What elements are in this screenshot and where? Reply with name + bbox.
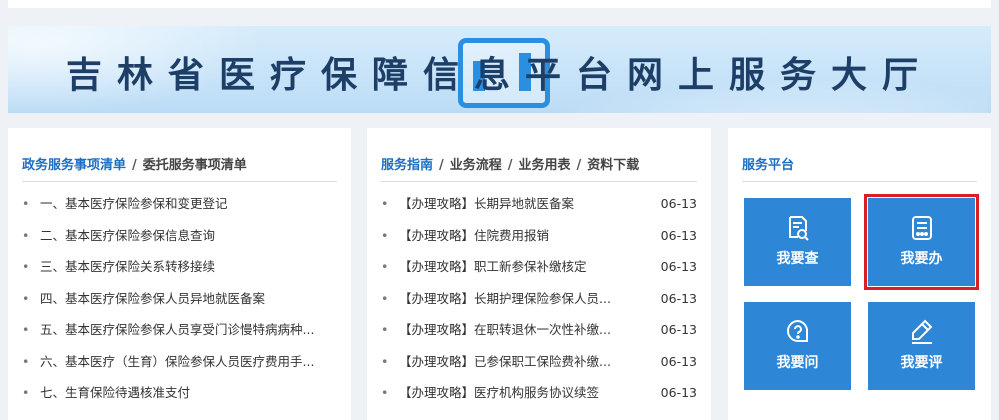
list-item[interactable]: • 三、基本医疗保险关系转移接续 xyxy=(22,251,337,283)
list-item-title[interactable]: 【办理攻略】已参保职工保险费补缴... xyxy=(399,346,653,378)
list-item[interactable]: • 【办理攻略】医疗机构服务协议续签 06-13 xyxy=(381,377,697,409)
list-item-title[interactable]: 【办理攻略】职工新参保补缴核定 xyxy=(399,251,653,283)
query-tile-button[interactable]: 我要查 xyxy=(744,198,851,286)
list-item[interactable]: • 四、基本医疗保险参保人员异地就医备案 xyxy=(22,283,337,315)
policy-panel-header: 政务服务事项清单 / 委托服务事项清单 xyxy=(22,154,337,182)
list-item-date: 06-13 xyxy=(660,196,697,211)
tab-government-services[interactable]: 政务服务事项清单 xyxy=(22,158,126,173)
list-item-title[interactable]: 二、基本医疗保险参保信息查询 xyxy=(40,220,337,252)
bullet-icon: • xyxy=(381,196,389,211)
tab-delegated-services[interactable]: 委托服务事项清单 xyxy=(143,158,247,173)
list-item-date: 06-13 xyxy=(660,290,697,306)
tab-separator: / xyxy=(507,158,513,173)
bullet-icon: • xyxy=(22,259,30,274)
bullet-icon: • xyxy=(381,259,389,274)
ask-tile-button[interactable]: 我要问 xyxy=(744,302,851,390)
header-banner: 吉林省医疗保障信息平台网上服务大厅 xyxy=(8,26,991,113)
top-strip xyxy=(8,0,991,8)
guide-panel: 服务指南 / 业务流程 / 业务用表 / 资料下载 • 【办理攻略】长期异地就医备案 06-13… xyxy=(367,128,711,420)
list-item[interactable]: • 五、基本医疗保险参保人员享受门诊慢特病病种... xyxy=(22,314,337,346)
bullet-icon: • xyxy=(381,353,389,369)
list-item-title[interactable]: 【办理攻略】住院费用报销 xyxy=(399,220,653,252)
tile-label: 我要评 xyxy=(900,355,943,371)
question-chat-icon xyxy=(786,319,808,342)
list-item-title[interactable]: 四、基本医疗保险参保人员异地就医备案 xyxy=(40,283,337,315)
edit-review-icon xyxy=(911,319,932,344)
guide-panel-header: 服务指南 / 业务流程 / 业务用表 / 资料下载 xyxy=(381,154,697,182)
service-panel-title: 服务平台 xyxy=(742,158,795,173)
list-item-title[interactable]: 【办理攻略】医疗机构服务协议续签 xyxy=(399,377,653,409)
search-document-icon xyxy=(788,216,809,241)
service-platform-panel: 服务平台 我要查 我要办 我要问 我要评 xyxy=(728,128,991,420)
review-tile-button[interactable]: 我要评 xyxy=(868,302,975,390)
list-item-title[interactable]: 一、基本医疗保险参保和变更登记 xyxy=(40,188,337,220)
list-item-date: 06-13 xyxy=(660,259,697,274)
tab-separator: / xyxy=(439,158,444,173)
list-item[interactable]: • 一、基本医疗保险参保和变更登记 xyxy=(22,188,337,220)
banner-title: 吉林省医疗保障信息平台网上服务大厅 xyxy=(65,55,933,96)
list-item[interactable]: • 【办理攻略】职工新参保补缴核定 06-13 xyxy=(381,251,697,283)
list-item-title[interactable]: 六、基本医疗（生育）保险参保人员医疗费用手... xyxy=(40,346,337,378)
list-item[interactable]: • 【办理攻略】长期异地就医备案 06-13 xyxy=(381,188,697,220)
list-item-date: 06-13 xyxy=(660,385,697,400)
bullet-icon: • xyxy=(381,227,389,243)
bullet-icon: • xyxy=(22,322,30,337)
tab-downloads[interactable]: 资料下载 xyxy=(587,158,639,173)
tab-business-process[interactable]: 业务流程 xyxy=(450,158,502,173)
list-item[interactable]: • 七、生育保险待遇核准支付 xyxy=(22,377,337,409)
list-item-title[interactable]: 【办理攻略】长期异地就医备案 xyxy=(399,188,653,220)
tile-label: 我要查 xyxy=(776,251,819,267)
tab-service-guide[interactable]: 服务指南 xyxy=(381,158,433,173)
bullet-icon: • xyxy=(381,385,389,400)
tab-separator: / xyxy=(576,158,582,173)
service-panel-header: 服务平台 xyxy=(742,154,977,182)
list-item-date: 06-13 xyxy=(660,227,697,243)
list-item[interactable]: • 六、基本医疗（生育）保险参保人员医疗费用手... xyxy=(22,346,337,378)
policy-list: • 一、基本医疗保险参保和变更登记 • 二、基本医疗保险参保信息查询 • 三、基本医疗… xyxy=(22,188,337,409)
guide-list: • 【办理攻略】长期异地就医备案 06-13 • 【办理攻略】住院费用报销 06-13 … xyxy=(381,188,697,409)
list-item[interactable]: • 【办理攻略】已参保职工保险费补缴... 06-13 xyxy=(381,346,697,378)
list-item-title[interactable]: 【办理攻略】在职转退休一次性补缴... xyxy=(399,314,653,346)
list-item-date: 06-13 xyxy=(660,353,697,369)
list-item[interactable]: • 【办理攻略】住院费用报销 06-13 xyxy=(381,220,697,252)
tile-label: 我要问 xyxy=(776,355,819,371)
bullet-icon: • xyxy=(22,385,30,400)
highlight-box xyxy=(864,194,979,290)
list-item-title[interactable]: 【办理攻略】长期护理保险参保人员... xyxy=(399,283,653,315)
policy-panel: 政务服务事项清单 / 委托服务事项清单 • 一、基本医疗保险参保和变更登记 • 二、基本… xyxy=(8,128,351,420)
bullet-icon: • xyxy=(381,290,389,306)
list-item[interactable]: • 二、基本医疗保险参保信息查询 xyxy=(22,220,337,252)
bullet-icon: • xyxy=(381,322,389,337)
list-item-date: 06-13 xyxy=(660,322,697,337)
tab-business-forms[interactable]: 业务用表 xyxy=(519,158,571,173)
list-item-title[interactable]: 七、生育保险待遇核准支付 xyxy=(40,377,337,409)
bullet-icon: • xyxy=(22,290,30,306)
list-item-title[interactable]: 五、基本医疗保险参保人员享受门诊慢特病病种... xyxy=(40,314,337,346)
list-item[interactable]: • 【办理攻略】长期护理保险参保人员... 06-13 xyxy=(381,283,697,315)
tab-separator: / xyxy=(132,158,137,173)
bullet-icon: • xyxy=(22,353,30,369)
list-item-title[interactable]: 三、基本医疗保险关系转移接续 xyxy=(40,251,337,283)
bullet-icon: • xyxy=(22,196,30,211)
bullet-icon: • xyxy=(22,227,30,243)
list-item[interactable]: • 【办理攻略】在职转退休一次性补缴... 06-13 xyxy=(381,314,697,346)
